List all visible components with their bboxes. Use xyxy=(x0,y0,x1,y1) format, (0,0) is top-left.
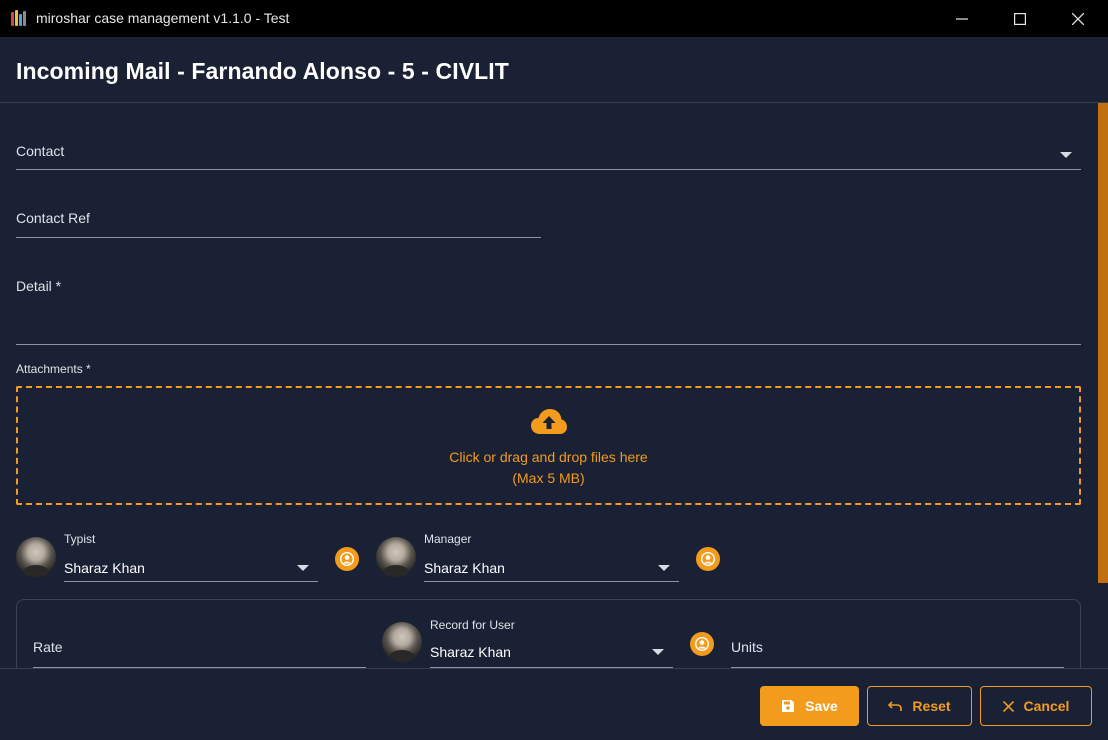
page-header: Incoming Mail - Farnando Alonso - 5 - CI… xyxy=(0,37,1108,103)
contact-label: Contact xyxy=(16,143,65,159)
manager-label: Manager xyxy=(424,532,472,546)
attachments-dropzone[interactable]: Click or drag and drop files here (Max 5… xyxy=(16,386,1081,505)
app-logo-icon xyxy=(11,10,29,26)
cancel-button[interactable]: Cancel xyxy=(980,686,1092,726)
chevron-down-icon[interactable] xyxy=(1060,152,1072,158)
typist-user-button[interactable] xyxy=(335,547,359,571)
dropzone-instruction: Click or drag and drop files here xyxy=(449,449,648,465)
typist-value: Sharaz Khan xyxy=(64,560,145,576)
maximize-icon xyxy=(1014,12,1026,25)
minimize-icon xyxy=(956,17,968,20)
record-user-avatar xyxy=(382,622,422,662)
dropzone-size-limit: (Max 5 MB) xyxy=(512,470,585,486)
close-icon xyxy=(1002,700,1014,712)
record-user-button[interactable] xyxy=(690,632,714,656)
manager-value: Sharaz Khan xyxy=(424,560,505,576)
maximize-button[interactable] xyxy=(991,0,1049,37)
close-icon xyxy=(1072,12,1084,25)
contact-ref-field[interactable]: Contact Ref xyxy=(16,191,541,238)
units-label: Units xyxy=(731,639,763,655)
page-title: Incoming Mail - Farnando Alonso - 5 - CI… xyxy=(16,58,509,84)
chevron-down-icon[interactable] xyxy=(658,565,670,571)
typist-avatar xyxy=(16,537,56,577)
manager-select[interactable]: Sharaz Khan xyxy=(424,548,679,582)
reset-button[interactable]: Reset xyxy=(867,686,972,726)
window-titlebar: miroshar case management v1.1.0 - Test xyxy=(0,0,1108,37)
detail-label: Detail * xyxy=(16,278,62,294)
save-icon xyxy=(782,700,795,712)
rate-field[interactable]: Rate xyxy=(33,628,366,668)
typist-select[interactable]: Sharaz Khan xyxy=(64,548,318,582)
record-for-user-select[interactable]: Sharaz Khan xyxy=(430,634,673,668)
manager-avatar xyxy=(376,537,416,577)
user-circle-icon xyxy=(340,552,354,566)
close-window-button[interactable] xyxy=(1049,0,1107,37)
user-circle-icon xyxy=(701,552,715,566)
form-content[interactable]: Contact Contact Ref Detail * Attachments… xyxy=(0,103,1108,668)
user-circle-icon xyxy=(695,637,709,651)
time-entry-card: Rate Record for User Sharaz Khan Units xyxy=(16,599,1081,668)
record-for-user-value: Sharaz Khan xyxy=(430,644,511,660)
typist-label: Typist xyxy=(64,532,96,546)
contact-select[interactable]: Contact xyxy=(16,103,1081,170)
scrollbar[interactable] xyxy=(1098,103,1108,668)
reset-button-label: Reset xyxy=(912,698,951,714)
minimize-button[interactable] xyxy=(933,0,991,37)
save-button[interactable]: Save xyxy=(760,686,859,726)
contact-ref-label: Contact Ref xyxy=(16,210,90,226)
chevron-down-icon[interactable] xyxy=(652,649,664,655)
chevron-down-icon[interactable] xyxy=(297,565,309,571)
rate-label: Rate xyxy=(33,639,63,655)
cloud-upload-icon xyxy=(531,409,567,434)
window-title: miroshar case management v1.1.0 - Test xyxy=(36,10,290,26)
units-field[interactable]: Units xyxy=(731,628,1064,668)
cancel-button-label: Cancel xyxy=(1023,698,1070,714)
detail-field[interactable]: Detail * xyxy=(16,260,1081,345)
action-footer: Save Reset Cancel xyxy=(0,668,1108,740)
scrollbar-thumb[interactable] xyxy=(1098,103,1108,583)
record-for-user-label: Record for User xyxy=(430,618,515,632)
manager-user-button[interactable] xyxy=(696,547,720,571)
attachments-label: Attachments * xyxy=(16,362,91,376)
save-button-label: Save xyxy=(805,698,838,714)
undo-icon xyxy=(888,701,903,711)
